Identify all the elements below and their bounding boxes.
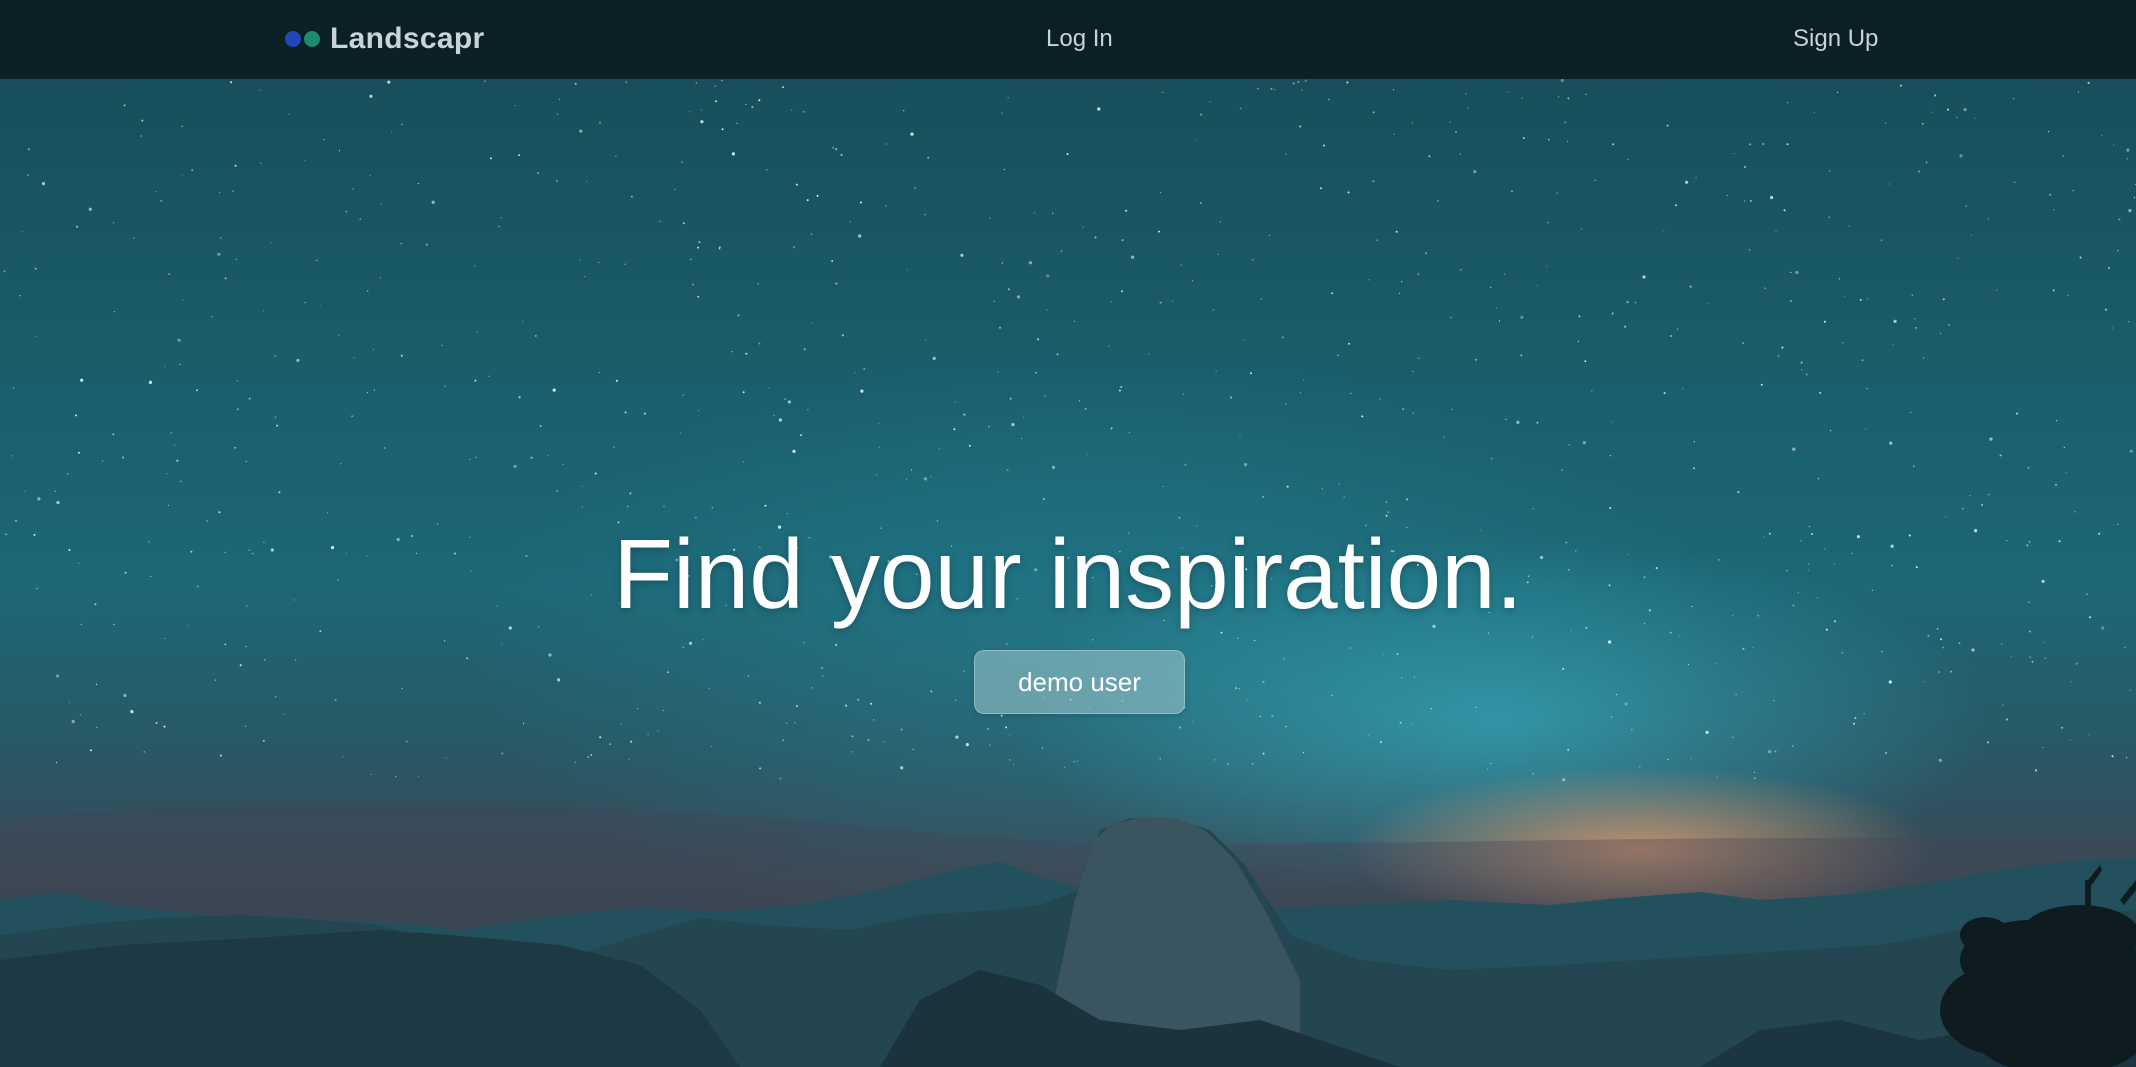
brand-name: Landscapr bbox=[330, 22, 485, 55]
top-navbar: Landscapr Log In Sign Up bbox=[0, 0, 2136, 79]
logo-icon bbox=[285, 31, 320, 47]
login-link[interactable]: Log In bbox=[1046, 22, 1113, 56]
logo-dot-green bbox=[304, 31, 320, 47]
hero-title: Find your inspiration. bbox=[613, 519, 1523, 629]
brand-logo-link[interactable]: Landscapr bbox=[285, 18, 484, 60]
demo-user-button[interactable]: demo user bbox=[974, 650, 1185, 714]
logo-dot-blue bbox=[285, 31, 301, 47]
landing-page: Landscapr Log In Sign Up Find your inspi… bbox=[0, 0, 2136, 1067]
signup-link[interactable]: Sign Up bbox=[1793, 22, 1878, 56]
